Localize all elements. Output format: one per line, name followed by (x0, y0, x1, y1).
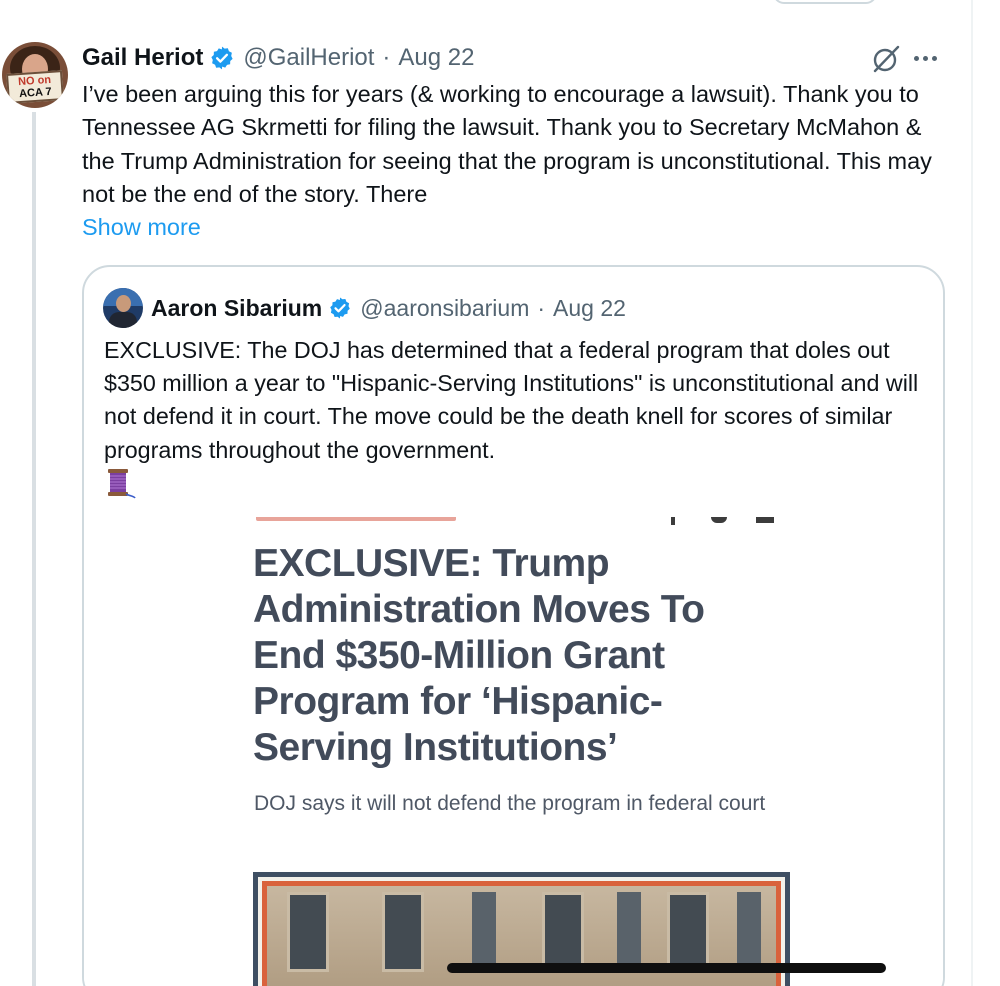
author-handle[interactable]: @GailHeriot (243, 44, 374, 72)
home-indicator[interactable] (447, 963, 886, 973)
quoted-tweet-text: EXCLUSIVE: The DOJ has determined that a… (104, 337, 919, 463)
author-avatar[interactable]: NO on ACA 7 (2, 42, 68, 108)
quoted-tweet-date[interactable]: Aug 22 (553, 295, 626, 322)
building-window (737, 892, 761, 972)
tweet-header: Gail Heriot @GailHeriot · Aug 22 (82, 42, 475, 74)
avatar-body (109, 312, 137, 328)
top-action-pill[interactable] (773, 0, 877, 4)
quoted-tweet-header: Aaron Sibarium @aaronsibarium · Aug 22 (151, 291, 626, 325)
building-window (287, 892, 329, 972)
grok-icon[interactable] (871, 44, 901, 74)
building-window (472, 892, 496, 972)
building-window (542, 892, 584, 972)
article-top-strip (256, 517, 776, 529)
header-separator: · (382, 44, 391, 71)
building-window (617, 892, 641, 972)
author-name[interactable]: Gail Heriot (82, 44, 203, 72)
verified-badge-icon (328, 296, 352, 320)
article-headline: EXCLUSIVE: Trump Administration Moves To… (253, 542, 705, 769)
building-window (382, 892, 424, 972)
more-options-icon[interactable] (914, 48, 944, 68)
timeline-border (971, 0, 973, 986)
avatar-sign-line-2: ACA 7 (18, 85, 53, 101)
article-preview-image[interactable]: EXCLUSIVE: Trump Administration Moves To… (84, 517, 943, 986)
quoted-author-avatar[interactable] (103, 288, 143, 328)
quoted-author-name[interactable]: Aaron Sibarium (151, 295, 322, 322)
thread-line (32, 112, 36, 986)
tweet-text: I’ve been arguing this for years (& work… (82, 81, 932, 207)
show-more-link[interactable]: Show more (82, 211, 201, 244)
verified-badge-icon (209, 45, 235, 71)
twitter-share-icon (711, 517, 727, 523)
article-kicker (256, 517, 456, 521)
avatar-head (116, 295, 131, 312)
building-window (667, 892, 709, 972)
quoted-author-handle[interactable]: @aaronsibarium (360, 295, 529, 322)
quoted-header-separator: · (537, 294, 546, 321)
avatar-sign: NO on ACA 7 (6, 70, 64, 104)
quoted-tweet-card[interactable]: Aaron Sibarium @aaronsibarium · Aug 22 E… (82, 265, 945, 986)
thread-spool-icon (104, 467, 136, 499)
article-subheadline: DOJ says it will not defend the program … (254, 792, 766, 815)
email-share-icon (756, 517, 774, 523)
share-icon (671, 517, 675, 525)
tweet-date[interactable]: Aug 22 (398, 44, 474, 72)
